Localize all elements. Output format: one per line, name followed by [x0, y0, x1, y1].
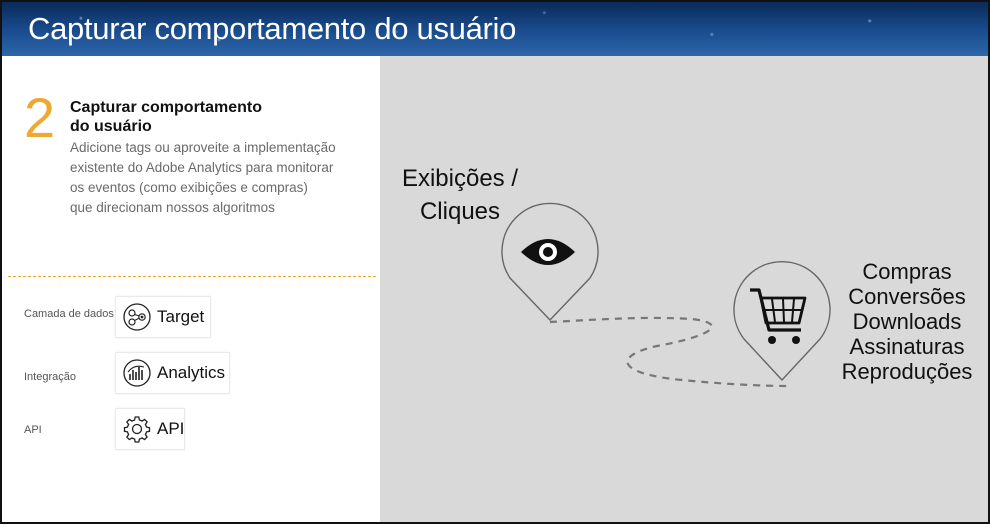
outcome-label: Reproduções: [841, 359, 973, 384]
journey-path: [549, 316, 788, 388]
outcome-label: Downloads: [852, 309, 962, 334]
eye-icon: [521, 239, 575, 265]
outcome-label: Conversões: [848, 284, 966, 309]
view-label-line-2: Cliques: [419, 198, 501, 225]
view-label-line-1: Exibições /: [401, 165, 519, 192]
shopping-cart-icon: [750, 288, 807, 344]
outcome-label: Compras: [862, 259, 952, 284]
slide: Capturar comportamento do usuário 2 Capt…: [0, 0, 990, 524]
purchase-marker: [733, 260, 831, 382]
outcome-label: Assinaturas: [849, 334, 965, 359]
